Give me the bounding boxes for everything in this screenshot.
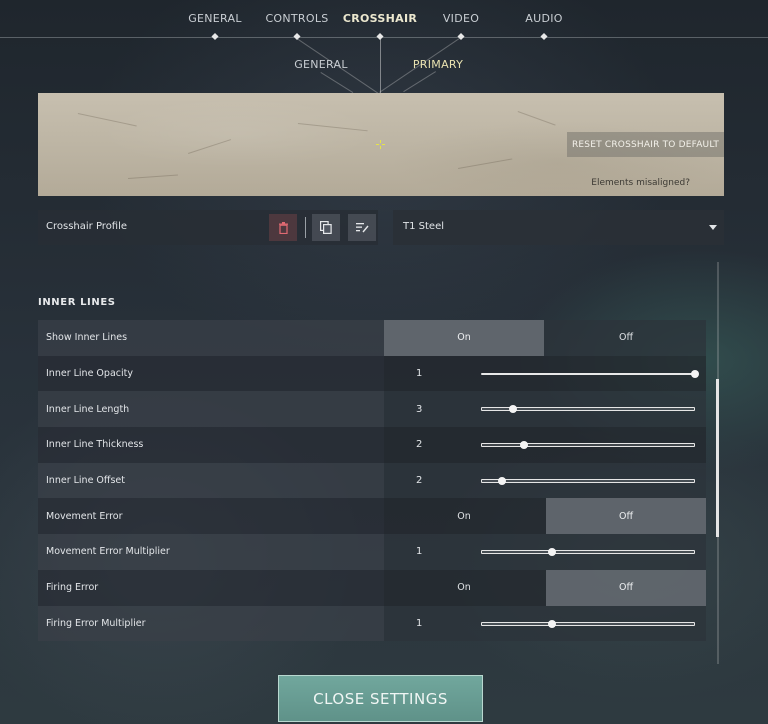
slider-handle[interactable] <box>691 369 699 378</box>
trash-icon <box>278 221 288 234</box>
setting-row-firing-error: Firing Error On Off <box>38 569 706 606</box>
slider-track[interactable] <box>481 621 695 626</box>
connector-line <box>320 72 354 93</box>
reticle-line-left <box>376 144 379 145</box>
slider-control: 1 <box>384 534 706 570</box>
slider-handle[interactable] <box>547 619 556 628</box>
slider-control: 1 <box>384 605 706 642</box>
copy-profile-button[interactable] <box>312 214 340 241</box>
tab-crosshair[interactable]: CROSSHAIR <box>343 12 417 25</box>
setting-label: Inner Line Length <box>38 391 384 428</box>
chevron-down-icon <box>709 225 717 230</box>
slider-control: 3 <box>384 391 706 428</box>
toggle-control: On Off <box>384 569 706 606</box>
slider-track[interactable] <box>481 478 695 483</box>
setting-value-input[interactable]: 1 <box>416 606 422 642</box>
section-title-inner-lines: INNER LINES <box>38 297 116 308</box>
rename-icon <box>355 223 369 233</box>
setting-row-firing-error-multiplier: Firing Error Multiplier 1 <box>38 605 706 642</box>
slider-track[interactable] <box>481 372 695 375</box>
tab-controls[interactable]: CONTROLS <box>265 12 328 25</box>
slider-handle[interactable] <box>509 405 518 414</box>
setting-row-inner-line-length: Inner Line Length 3 <box>38 391 706 428</box>
setting-label: Firing Error Multiplier <box>38 605 384 642</box>
inner-lines-settings-list: Show Inner Lines On Off Inner Line Opaci… <box>38 320 706 642</box>
elements-misaligned-link[interactable]: Elements misaligned? <box>591 178 690 188</box>
toggle-off-option[interactable]: Off <box>546 320 706 356</box>
wall-texture-mark <box>128 174 178 179</box>
subtab-primary[interactable]: PRIMARY <box>413 58 463 71</box>
setting-value-input[interactable]: 2 <box>416 427 422 463</box>
crosshair-profile-row: Crosshair Profile <box>38 210 378 245</box>
tab-audio[interactable]: AUDIO <box>525 12 562 25</box>
rename-profile-button[interactable] <box>348 214 376 241</box>
setting-row-inner-line-thickness: Inner Line Thickness 2 <box>38 427 706 463</box>
copy-icon <box>320 221 332 234</box>
slider-handle[interactable] <box>547 548 556 557</box>
toggle-on-option[interactable]: On <box>384 498 544 534</box>
settings-tab-bar: GENERAL CONTROLS CROSSHAIR VIDEO AUDIO <box>0 0 768 41</box>
tab-audio-marker <box>540 32 548 41</box>
tab-general[interactable]: GENERAL <box>188 12 242 25</box>
wall-texture-mark <box>188 139 232 154</box>
toggle-control: On Off <box>384 498 706 535</box>
crosshair-profile-selected: T1 Steel <box>403 221 445 232</box>
active-tab-stem <box>380 38 381 94</box>
setting-row-movement-error: Movement Error On Off <box>38 498 706 535</box>
toggle-control: On Off <box>384 320 706 356</box>
slider-handle[interactable] <box>519 441 528 450</box>
tab-bar-divider <box>0 37 768 38</box>
connector-line <box>403 71 436 93</box>
toggle-on-option[interactable]: On <box>384 320 544 356</box>
toggle-off-option[interactable]: Off <box>546 569 706 606</box>
settings-scrollbar-thumb[interactable] <box>716 379 719 537</box>
setting-label: Movement Error <box>38 498 384 535</box>
close-settings-button[interactable]: CLOSE SETTINGS <box>278 675 483 722</box>
setting-row-movement-error-multiplier: Movement Error Multiplier 1 <box>38 534 706 570</box>
setting-label: Movement Error Multiplier <box>38 534 384 570</box>
subtab-general[interactable]: GENERAL <box>294 58 348 71</box>
wall-texture-mark <box>458 158 513 169</box>
wall-texture-mark <box>517 111 556 126</box>
profile-actions-divider <box>305 217 306 238</box>
slider-track[interactable] <box>481 443 695 448</box>
wall-texture-mark <box>297 123 368 132</box>
slider-handle[interactable] <box>498 476 507 485</box>
setting-value-input[interactable]: 3 <box>416 391 422 427</box>
setting-value-input[interactable]: 1 <box>416 356 422 392</box>
reticle-line-top <box>380 140 381 143</box>
delete-profile-button[interactable] <box>269 214 297 241</box>
slider-control: 2 <box>384 427 706 463</box>
reset-crosshair-button[interactable]: RESET CROSSHAIR TO DEFAULT <box>567 132 724 157</box>
setting-label: Inner Line Offset <box>38 462 384 499</box>
toggle-off-option[interactable]: Off <box>546 498 706 535</box>
reticle-line-bottom <box>380 146 381 149</box>
tab-general-marker <box>211 32 219 41</box>
setting-label: Inner Line Thickness <box>38 427 384 463</box>
slider-control: 2 <box>384 462 706 499</box>
setting-value-input[interactable]: 1 <box>416 534 422 570</box>
setting-label: Firing Error <box>38 569 384 606</box>
toggle-on-option[interactable]: On <box>384 570 544 606</box>
setting-label: Show Inner Lines <box>38 320 384 356</box>
setting-label: Inner Line Opacity <box>38 355 384 392</box>
reticle-line-right <box>382 144 385 145</box>
wall-texture-mark <box>77 113 137 127</box>
tab-video[interactable]: VIDEO <box>443 12 479 25</box>
setting-value-input[interactable]: 2 <box>416 463 422 499</box>
setting-row-show-inner-lines: Show Inner Lines On Off <box>38 320 706 356</box>
setting-row-inner-line-offset: Inner Line Offset 2 <box>38 462 706 499</box>
crosshair-profile-label: Crosshair Profile <box>46 221 128 232</box>
crosshair-profile-dropdown[interactable]: T1 Steel <box>393 210 724 245</box>
crosshair-preview: RESET CROSSHAIR TO DEFAULT Elements misa… <box>38 93 724 196</box>
crosshair-reticle <box>376 140 385 149</box>
slider-control: 1 <box>384 355 706 392</box>
slider-track[interactable] <box>481 550 695 555</box>
setting-row-inner-line-opacity: Inner Line Opacity 1 <box>38 355 706 392</box>
